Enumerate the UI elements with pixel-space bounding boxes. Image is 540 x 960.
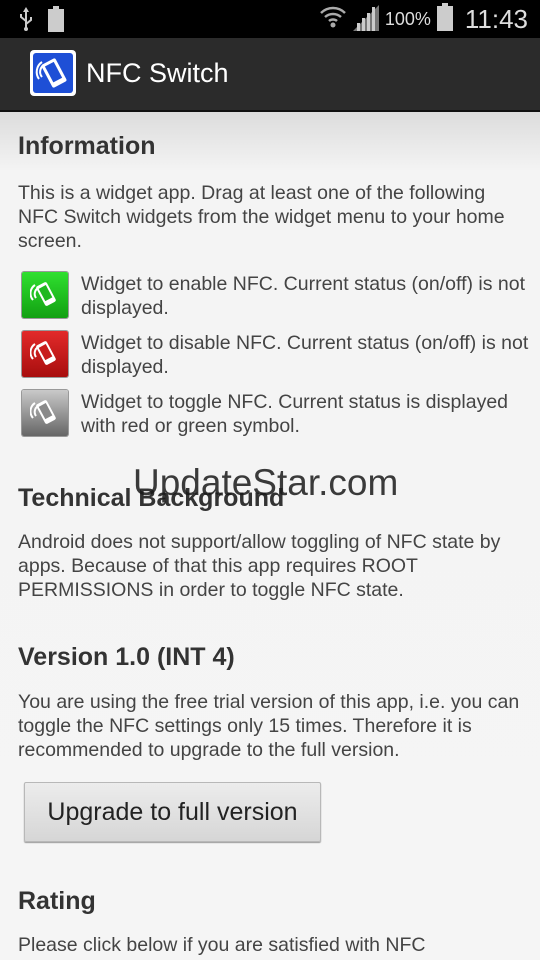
status-bar: 100% 11:43 [0, 0, 540, 38]
widget-disable-text: Widget to disable NFC. Current status (o… [81, 332, 529, 378]
status-bar-right: 100% 11:43 [319, 3, 528, 36]
information-heading: Information [18, 132, 156, 160]
widget-enable-text: Widget to enable NFC. Current status (on… [81, 273, 526, 319]
version-heading: Version 1.0 (INT 4) [18, 643, 235, 671]
widget-toggle-text: Widget to toggle NFC. Current status is … [81, 391, 509, 437]
status-bar-left [18, 6, 64, 37]
nfc-disable-widget-icon [22, 331, 68, 377]
battery-percent: 100% [384, 9, 431, 29]
battery-small-icon [48, 6, 64, 37]
battery-icon [436, 3, 453, 36]
rating-heading: Rating [18, 887, 96, 915]
usb-icon [18, 7, 34, 36]
version-body: You are using the free trial version of … [18, 691, 520, 761]
nfc-app-icon[interactable] [30, 50, 76, 96]
upgrade-button[interactable]: Upgrade to full version [24, 782, 321, 842]
nfc-toggle-widget-icon [22, 390, 68, 436]
widget-row-enable: Widget to enable NFC. Current status (on… [22, 272, 532, 322]
action-bar: NFC Switch [0, 38, 540, 112]
watermark-text: UpdateStar.com [133, 462, 399, 503]
widget-row-toggle: Widget to toggle NFC. Current status is … [22, 390, 532, 440]
app-title: NFC Switch [86, 58, 229, 88]
rating-body: Please click below if you are satisfied … [18, 934, 426, 956]
wifi-icon [319, 4, 347, 35]
main-content[interactable]: Information This is a widget app. Drag a… [0, 112, 540, 960]
technical-body: Android does not support/allow toggling … [18, 531, 501, 601]
widget-row-disable: Widget to disable NFC. Current status (o… [22, 331, 532, 381]
information-body: This is a widget app. Drag at least one … [18, 182, 505, 252]
nfc-enable-widget-icon [22, 272, 68, 318]
clock: 11:43 [464, 4, 528, 34]
signal-icon [352, 3, 379, 36]
